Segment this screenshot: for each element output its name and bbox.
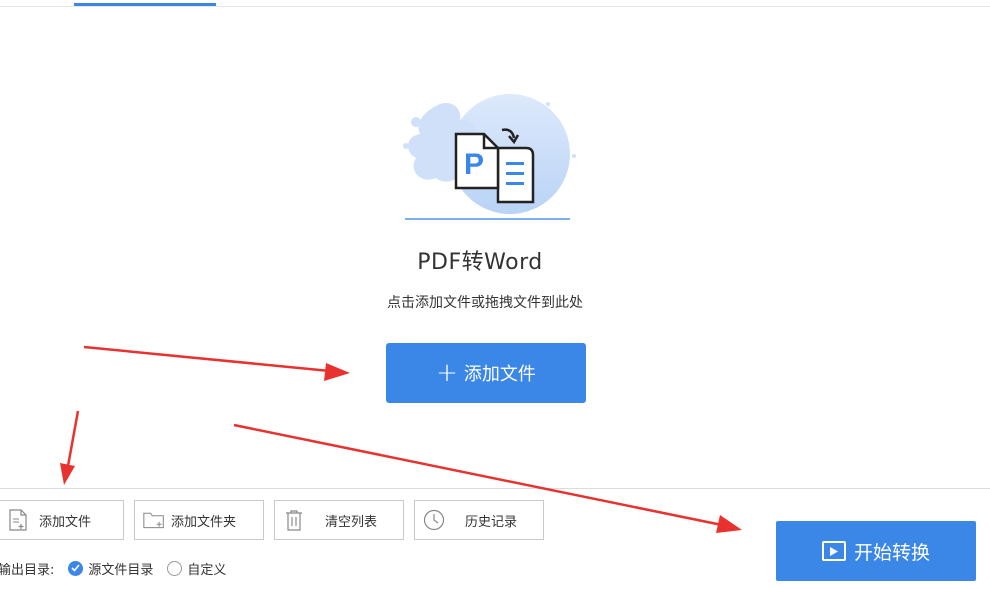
play-icon [821,541,846,561]
radio-custom-directory-label: 自定义 [187,562,227,578]
radio-custom-directory[interactable]: 自定义 [167,559,226,578]
radio-source-directory-label: 源文件目录 [88,562,154,578]
output-directory-label: 输出目录: [0,562,55,578]
add-file-icon [7,508,29,532]
top-divider [0,6,990,7]
add-file-button[interactable]: 添加文件 [0,500,124,540]
clock-icon [423,508,445,532]
add-folder-button[interactable]: 添加文件夹 [134,500,264,540]
add-file-label: 添加文件 [39,514,92,530]
active-tab-indicator [74,3,216,6]
start-conversion-button[interactable]: 开始转换 [776,521,976,581]
start-conversion-label: 开始转换 [853,541,930,564]
add-file-main-button[interactable]: + 添加文件 [386,343,586,403]
add-folder-icon [143,508,165,532]
plus-icon: + [436,358,458,388]
radio-source-directory[interactable]: 源文件目录 [68,559,153,578]
history-button[interactable]: 历史记录 [414,500,544,540]
clear-list-button[interactable]: 清空列表 [274,500,404,540]
clear-list-label: 清空列表 [325,514,378,530]
page-title: PDF转Word [417,250,543,275]
add-file-main-label: 添加文件 [463,364,536,385]
drop-hint: 点击添加文件或拖拽文件到此处 [387,295,583,311]
add-folder-label: 添加文件夹 [171,514,237,530]
output-directory-row: 输出目录: 源文件目录 自定义 [0,558,226,578]
radio-unchecked-icon [167,560,183,576]
trash-icon [283,508,305,532]
history-label: 历史记录 [465,514,518,530]
toolbar-divider [0,488,990,489]
svg-text:P: P [464,148,484,181]
radio-checked-icon [68,560,84,576]
pdf-to-word-illustration: P [400,92,585,227]
